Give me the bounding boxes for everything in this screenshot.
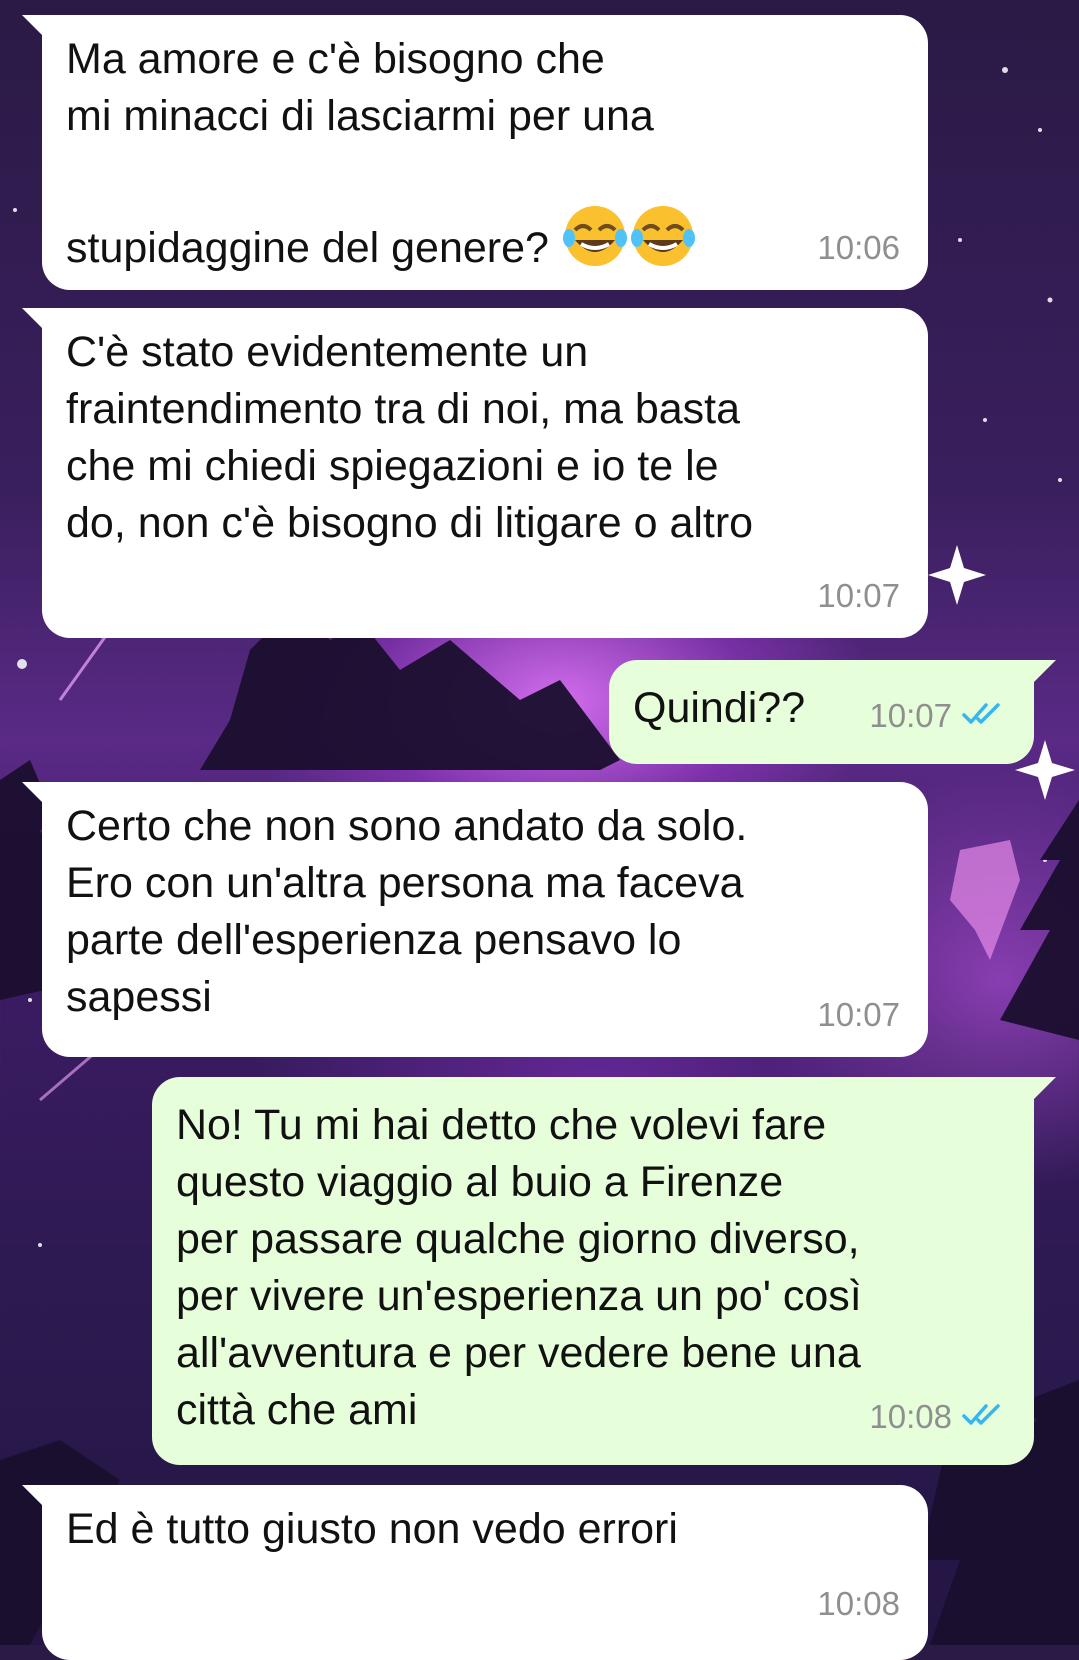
bubble-tail <box>22 1485 56 1519</box>
message-bubble-incoming[interactable]: C'è stato evidentemente un fraintendimen… <box>22 308 928 638</box>
message-text: Certo che non sono andato da solo. Ero c… <box>66 802 748 1021</box>
message-timestamp: 10:06 <box>817 229 900 266</box>
message-timestamp: 10:08 <box>817 1585 900 1622</box>
message-bubble-outgoing[interactable]: Quindi?? 10:07 <box>609 660 1056 764</box>
message-bubble-incoming[interactable]: Ed è tutto giusto non vedo errori 10:08 <box>22 1485 928 1660</box>
tears-of-joy-emoji-icon <box>561 145 697 285</box>
bubble-tail <box>1022 660 1056 694</box>
message-text: Ma amore e c'è bisogno che mi minacci di… <box>66 31 898 285</box>
bubble-tail <box>1022 1077 1056 1111</box>
message-text: Ed è tutto giusto non vedo errori <box>66 1505 678 1553</box>
double-check-icon <box>962 1388 1006 1445</box>
bubble-tail <box>22 15 56 49</box>
bubble-tail <box>22 782 56 816</box>
message-bubble-incoming[interactable]: Certo che non sono andato da solo. Ero c… <box>22 782 928 1057</box>
message-timestamp: 10:07 <box>817 577 900 614</box>
message-text: C'è stato evidentemente un fraintendimen… <box>66 328 754 547</box>
message-timestamp: 10:08 <box>869 1388 1006 1445</box>
message-bubble-outgoing[interactable]: No! Tu mi hai detto che volevi fare ques… <box>152 1077 1056 1465</box>
message-timestamp: 10:07 <box>817 996 900 1033</box>
message-timestamp: 10:07 <box>869 687 1006 744</box>
bubble-tail <box>22 308 56 342</box>
double-check-icon <box>962 687 1006 744</box>
message-bubble-incoming[interactable]: Ma amore e c'è bisogno che mi minacci di… <box>22 15 928 290</box>
